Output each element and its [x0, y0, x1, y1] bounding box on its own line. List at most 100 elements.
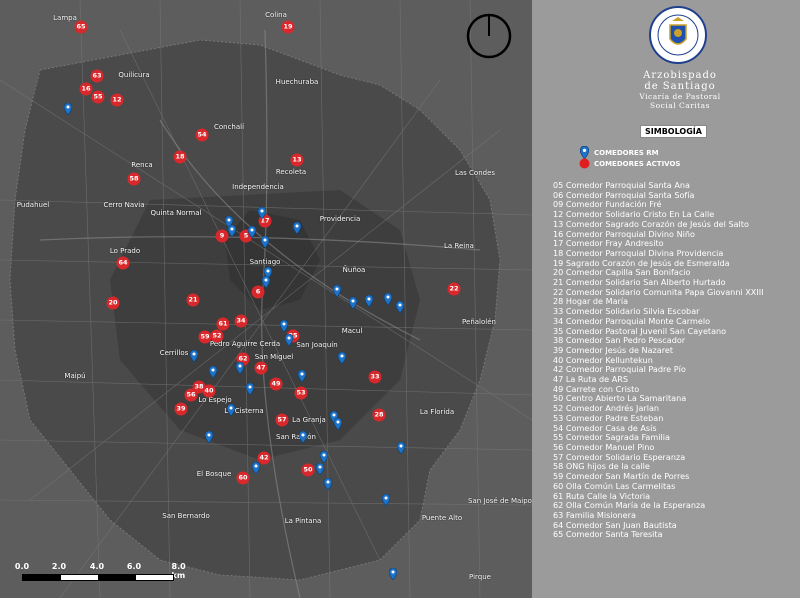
place-label: Colina — [265, 11, 287, 19]
active-marker[interactable]: 19 — [281, 20, 295, 34]
place-label: Santiago — [249, 258, 281, 266]
active-marker[interactable]: 40 — [202, 384, 216, 398]
comedor-rm-pin[interactable] — [228, 225, 236, 237]
comedor-rm-pin[interactable] — [334, 418, 342, 430]
active-marker[interactable]: 33 — [368, 370, 382, 384]
org-title: Arzobispado de Santiago Vicaría de Pasto… — [600, 70, 760, 110]
active-marker[interactable]: 22 — [447, 282, 461, 296]
comedor-rm-pin[interactable] — [333, 285, 341, 297]
comedor-rm-pin[interactable] — [252, 462, 260, 474]
active-marker[interactable]: 63 — [90, 69, 104, 83]
active-marker[interactable]: 12 — [110, 93, 124, 107]
comedor-rm-pin[interactable] — [236, 362, 244, 374]
active-marker[interactable]: 9 — [215, 229, 229, 243]
active-marker[interactable]: 57 — [275, 413, 289, 427]
place-label: Maipú — [64, 372, 86, 380]
place-label: San Bernardo — [162, 512, 210, 520]
active-marker[interactable]: 53 — [294, 386, 308, 400]
comedor-rm-pin[interactable] — [285, 334, 293, 346]
place-label: Lo Espejo — [198, 396, 232, 404]
active-marker[interactable]: 61 — [216, 317, 230, 331]
legend-item-comedores-activos: COMEDORES ACTIVOS — [578, 158, 680, 169]
place-label: Quinta Normal — [150, 209, 202, 217]
comedor-rm-pin[interactable] — [382, 494, 390, 506]
comedor-rm-pin[interactable] — [396, 301, 404, 313]
legend-label: COMEDORES ACTIVOS — [594, 159, 681, 168]
comedores-list: 05 Comedor Parroquial Santa Ana 06 Comedo… — [553, 180, 764, 540]
comedor-rm-pin[interactable] — [324, 478, 332, 490]
comedor-rm-pin[interactable] — [280, 320, 288, 332]
comedor-rm-pin[interactable] — [365, 295, 373, 307]
place-label: Quilicura — [118, 71, 150, 79]
map-view[interactable]: Lampa Colina Quilicura Huechuraba Concha… — [0, 0, 532, 598]
place-label: Cerrillos — [159, 349, 189, 357]
scale-bar: 0.0 2.0 4.0 6.0 8.0 km — [14, 562, 194, 592]
place-label: San Joaquín — [296, 341, 338, 349]
place-label: Renca — [131, 161, 153, 169]
comedor-rm-pin[interactable] — [338, 352, 346, 364]
comedor-rm-pin[interactable] — [389, 568, 397, 580]
active-marker[interactable]: 16 — [79, 82, 93, 96]
comedor-rm-pin[interactable] — [299, 431, 307, 443]
active-marker[interactable]: 28 — [372, 408, 386, 422]
comedor-rm-pin[interactable] — [64, 103, 72, 115]
comedor-rm-pin[interactable] — [190, 350, 198, 362]
comedor-rm-pin[interactable] — [293, 222, 301, 234]
scale-label: 2.0 — [51, 562, 67, 571]
place-label: Pudahuel — [16, 201, 50, 209]
comedor-rm-pin[interactable] — [227, 404, 235, 416]
active-marker[interactable]: 58 — [127, 172, 141, 186]
place-label: Independencia — [232, 183, 284, 191]
active-marker[interactable]: 65 — [74, 20, 88, 34]
active-marker[interactable]: 59 — [198, 330, 212, 344]
org-line2: de Santiago — [644, 81, 716, 92]
comedor-rm-pin[interactable] — [258, 207, 266, 219]
comedor-rm-pin[interactable] — [262, 276, 270, 288]
active-marker[interactable]: 39 — [174, 402, 188, 416]
comedor-rm-pin[interactable] — [298, 370, 306, 382]
scale-label: 6.0 — [126, 562, 142, 571]
active-marker[interactable]: 54 — [195, 128, 209, 142]
active-marker[interactable]: 13 — [290, 153, 304, 167]
place-label: La Pintana — [284, 517, 322, 525]
place-label: El Bosque — [196, 470, 232, 478]
place-label: Peñalolén — [462, 318, 496, 326]
place-label: Ñuñoa — [342, 266, 366, 274]
place-label: San Miguel — [254, 353, 294, 361]
comedor-rm-pin[interactable] — [320, 451, 328, 463]
comedor-rm-pin[interactable] — [316, 463, 324, 475]
active-marker[interactable]: 55 — [91, 90, 105, 104]
comedor-rm-pin[interactable] — [248, 226, 256, 238]
active-marker[interactable]: 49 — [269, 377, 283, 391]
comedor-rm-pin[interactable] — [205, 431, 213, 443]
circle-icon — [578, 158, 590, 169]
comedor-rm-pin[interactable] — [261, 236, 269, 248]
place-label: La Granja — [292, 416, 326, 424]
place-label: Lampa — [53, 14, 77, 22]
active-marker[interactable]: 52 — [210, 329, 224, 343]
comedor-rm-pin[interactable] — [397, 442, 405, 454]
active-marker[interactable]: 20 — [106, 296, 120, 310]
scale-label: 0.0 — [14, 562, 30, 571]
active-marker[interactable]: 56 — [184, 388, 198, 402]
active-marker[interactable]: 18 — [173, 150, 187, 164]
org-line1: Arzobispado — [643, 70, 717, 81]
active-marker[interactable]: 64 — [116, 256, 130, 270]
place-label: La Reina — [444, 242, 474, 250]
comedor-rm-pin[interactable] — [384, 293, 392, 305]
comedor-rm-pin[interactable] — [349, 297, 357, 309]
north-arrow-icon — [466, 13, 512, 59]
active-marker[interactable]: 34 — [234, 314, 248, 328]
org-line3: Vicaría de Pastoral — [639, 92, 721, 101]
place-label: Pirque — [469, 573, 491, 581]
place-label: Puente Alto — [421, 514, 463, 522]
comedor-rm-pin[interactable] — [246, 383, 254, 395]
active-marker[interactable]: 47 — [254, 361, 268, 375]
active-marker[interactable]: 21 — [186, 293, 200, 307]
comedor-rm-pin[interactable] — [209, 366, 217, 378]
active-marker[interactable]: 60 — [236, 471, 250, 485]
active-marker[interactable]: 50 — [301, 463, 315, 477]
place-label: Conchalí — [213, 123, 245, 131]
scale-label: 4.0 — [89, 562, 105, 571]
place-label: La Florida — [419, 408, 455, 416]
